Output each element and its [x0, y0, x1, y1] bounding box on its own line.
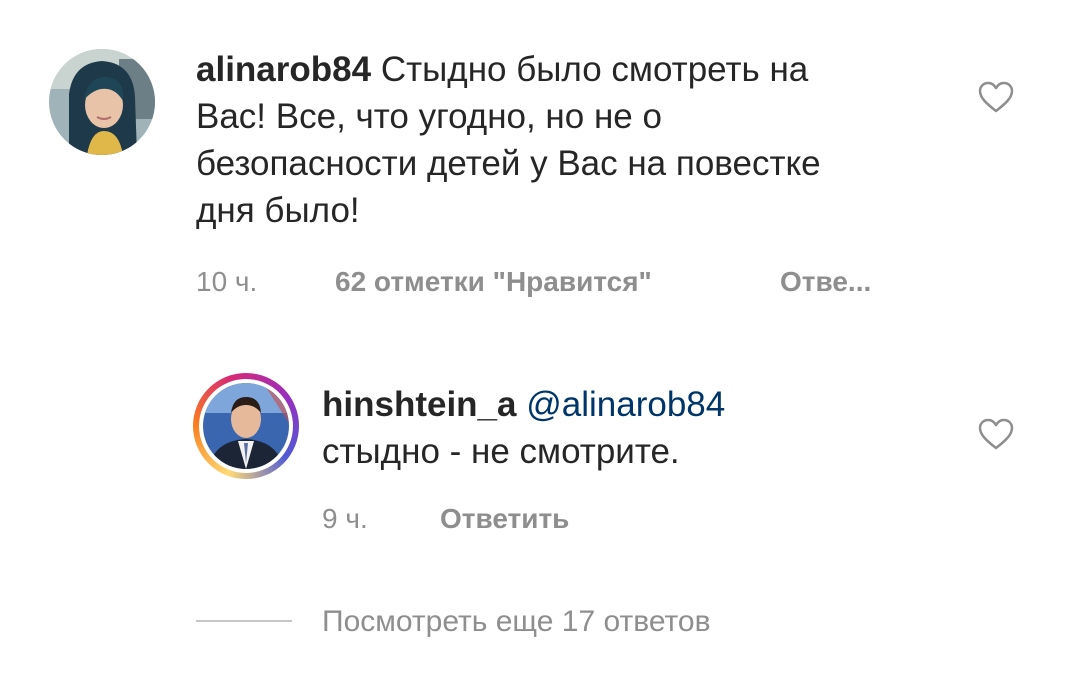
likes-count[interactable]: 62 отметки "Нравится": [335, 265, 652, 299]
avatar-photo: [203, 383, 289, 469]
reply-button[interactable]: Ответить: [440, 502, 569, 536]
comment-username[interactable]: alinarob84: [196, 50, 371, 89]
mention-link[interactable]: @alinarob84: [526, 385, 725, 424]
comment-body: стыдно - не смотрите.: [322, 432, 680, 471]
comment-time: 9 ч.: [322, 503, 368, 534]
heart-outline-icon[interactable]: [977, 80, 1015, 114]
reply-button[interactable]: Отве...: [780, 265, 871, 299]
comment-text: alinarob84 Стыдно было смотреть на Вас! …: [196, 46, 876, 234]
comment-username[interactable]: hinshtein_a: [322, 385, 516, 424]
avatar-photo: [49, 49, 155, 155]
divider-line: [196, 620, 292, 622]
avatar[interactable]: [49, 49, 155, 155]
comment-time: 10 ч.: [196, 266, 258, 297]
view-more-replies-label[interactable]: Посмотреть еще 17 ответов: [322, 602, 711, 642]
heart-outline-icon[interactable]: [977, 417, 1015, 451]
comment-text: hinshtein_a @alinarob84 стыдно - не смотр…: [322, 381, 922, 475]
story-ring[interactable]: [193, 373, 299, 479]
avatar[interactable]: [203, 383, 289, 469]
